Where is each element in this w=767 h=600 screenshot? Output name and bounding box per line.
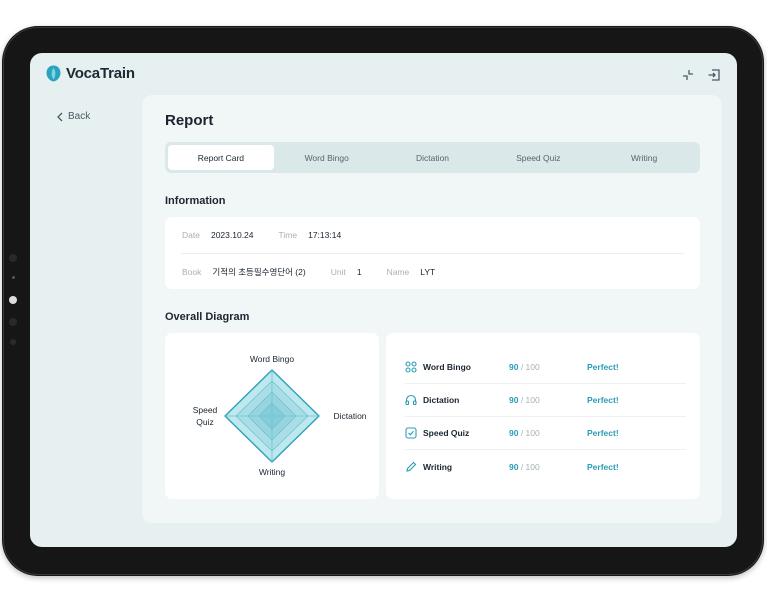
unit-value: 1 — [356, 267, 362, 277]
pencil-icon — [405, 461, 417, 473]
book-value: 기적의 초등필수영단어 (2) — [212, 267, 306, 277]
tab-bar: Report Card Word Bingo Dictation Speed Q… — [165, 142, 700, 173]
name-value: LYT — [420, 267, 436, 277]
tab-report-card[interactable]: Report Card — [168, 145, 274, 170]
tab-dictation[interactable]: Dictation — [380, 145, 486, 170]
score-value: 90 / 100 — [509, 395, 540, 405]
time-label: Time — [278, 230, 298, 240]
grid-icon — [405, 361, 417, 373]
back-label: Back — [68, 111, 91, 122]
camera — [9, 296, 17, 304]
score-result: Perfect! — [587, 461, 619, 472]
divider — [181, 253, 684, 254]
app-name: VocaTrain — [66, 65, 135, 82]
back-button[interactable]: Back — [57, 111, 90, 122]
score-row: Dictation 90 / 100 Perfect! — [405, 384, 686, 417]
side-dot — [10, 339, 16, 345]
logout-icon[interactable] — [707, 68, 721, 82]
app-logo[interactable]: VocaTrain — [46, 65, 135, 82]
report-panel: Report Report Card Word Bingo Dictation … — [142, 95, 722, 523]
page-title: Report — [165, 112, 214, 129]
date-value: 2023.10.24 — [210, 230, 254, 240]
unit-label: Unit — [330, 267, 346, 277]
radar-label-speed-quiz: Speed Quiz — [192, 405, 218, 427]
side-dot — [12, 276, 15, 279]
score-value: 90 / 100 — [509, 461, 540, 472]
chevron-left-icon — [57, 112, 63, 121]
radar-label-dictation: Dictation — [333, 411, 367, 421]
checkbox-icon — [405, 427, 417, 439]
minimize-icon[interactable] — [681, 68, 695, 82]
score-result: Perfect! — [587, 428, 619, 438]
radar-label-writing: Writing — [258, 467, 286, 477]
score-name: Writing — [423, 461, 453, 472]
score-name: Dictation — [423, 395, 460, 405]
name-label: Name — [386, 267, 410, 277]
score-row: Writing 90 / 100 Perfect! — [405, 450, 686, 483]
headphones-icon — [405, 394, 417, 406]
score-name: Speed Quiz — [423, 428, 470, 438]
score-value: 90 / 100 — [509, 362, 540, 372]
radar-label-word-bingo: Word Bingo — [249, 354, 295, 364]
score-result: Perfect! — [587, 395, 619, 405]
information-card: Date 2023.10.24 Time 17:13:14 Book 기적의 초… — [165, 217, 700, 289]
side-dot — [9, 254, 17, 262]
date-label: Date — [182, 230, 200, 240]
score-row: Word Bingo 90 / 100 Perfect! — [405, 351, 686, 384]
tab-word-bingo[interactable]: Word Bingo — [274, 145, 380, 170]
score-name: Word Bingo — [423, 362, 471, 372]
score-row: Speed Quiz 90 / 100 Perfect! — [405, 417, 686, 450]
time-value: 17:13:14 — [308, 230, 342, 240]
information-heading: Information — [165, 195, 226, 207]
scores-card: Word Bingo 90 / 100 Perfect! Dictation 9… — [386, 333, 700, 499]
score-result: Perfect! — [587, 362, 619, 372]
side-dot — [9, 318, 17, 326]
score-value: 90 / 100 — [509, 428, 540, 438]
overall-diagram-heading: Overall Diagram — [165, 311, 250, 323]
tab-speed-quiz[interactable]: Speed Quiz — [485, 145, 591, 170]
tab-writing[interactable]: Writing — [591, 145, 697, 170]
radar-diagram-card: Word Bingo Dictation Writing Speed Quiz — [165, 333, 379, 499]
logo-icon — [46, 65, 61, 82]
book-label: Book — [182, 267, 202, 277]
app-screen: VocaTrain Back Report Report Card Word B… — [30, 53, 737, 547]
